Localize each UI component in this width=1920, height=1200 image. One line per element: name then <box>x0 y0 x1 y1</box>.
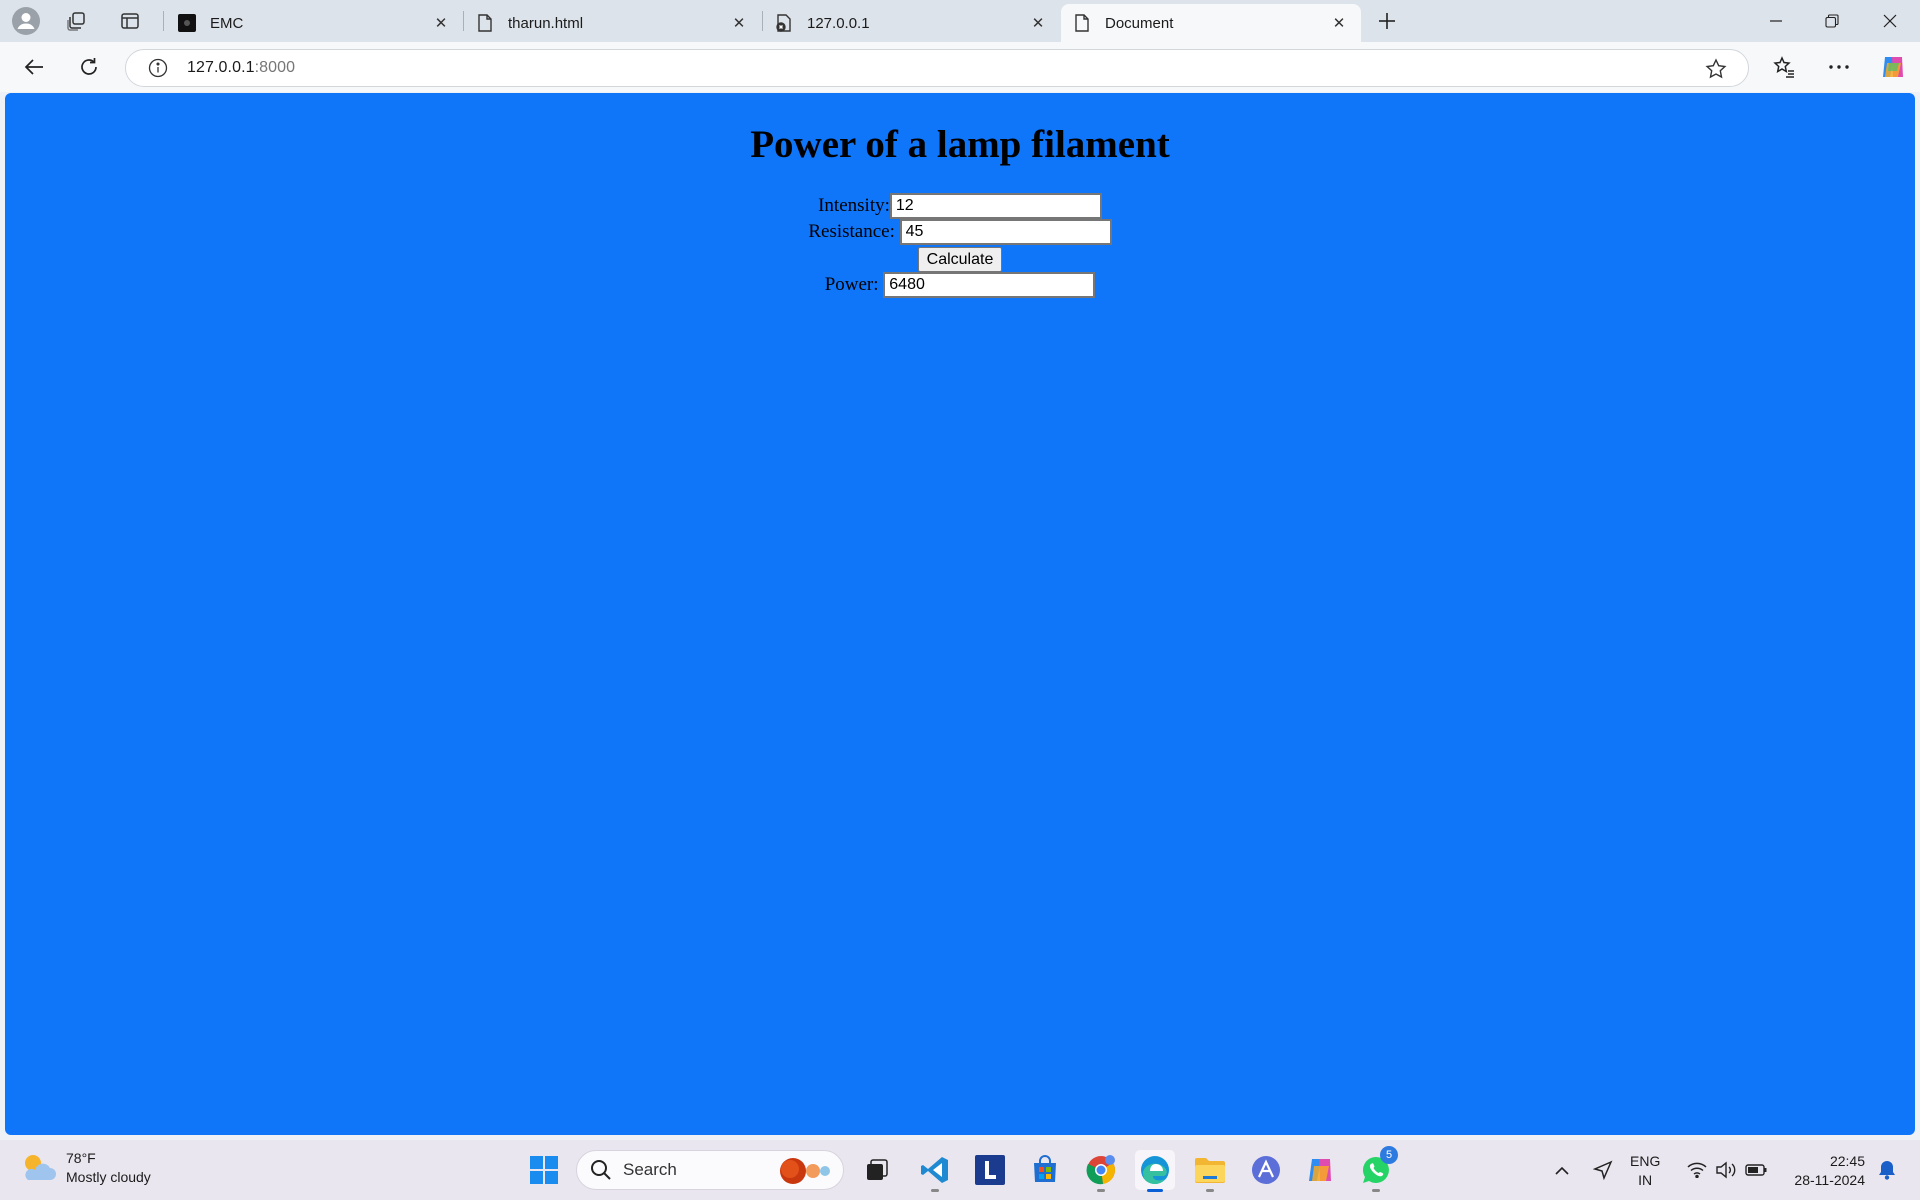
search-highlight-icon <box>780 1158 830 1184</box>
copilot-icon[interactable] <box>1875 49 1911 85</box>
file-error-icon <box>775 14 793 32</box>
a-app-icon <box>1252 1156 1280 1184</box>
notification-bell-icon[interactable] <box>1874 1157 1900 1183</box>
system-clock[interactable]: 22:45 28-11-2024 <box>1780 1152 1865 1190</box>
page-title: Power of a lamp filament <box>750 123 1170 166</box>
favorites-icon[interactable] <box>1766 49 1802 85</box>
power-output[interactable] <box>883 272 1096 298</box>
file-icon <box>1073 14 1091 32</box>
chevron-up-icon[interactable] <box>1550 1158 1574 1182</box>
url-host: 127.0.0.1 <box>187 59 255 76</box>
volume-icon[interactable] <box>1713 1157 1739 1183</box>
taskbar-file-explorer[interactable] <box>1190 1150 1230 1192</box>
tab-tharun-html[interactable]: tharun.html ✕ <box>464 4 761 42</box>
windows-icon <box>530 1156 558 1184</box>
taskbar-edge[interactable] <box>1135 1150 1175 1192</box>
power-row: Power: <box>5 272 1915 298</box>
search-label: Search <box>623 1160 677 1179</box>
tab-strip: EMC ✕ tharun.html ✕ 127.0.0.1 ✕ Document… <box>0 0 1920 42</box>
profile-icon[interactable] <box>6 5 46 37</box>
tab-actions-icon[interactable] <box>110 5 150 37</box>
back-arrow-icon[interactable] <box>16 49 52 85</box>
tab-title: Document <box>1105 14 1174 32</box>
workspaces-icon[interactable] <box>57 5 97 37</box>
notification-badge: 5 <box>1380 1146 1398 1164</box>
running-indicator <box>1147 1189 1163 1192</box>
running-indicator <box>931 1189 939 1192</box>
taskbar-task-view[interactable] <box>857 1150 897 1190</box>
task-view-icon <box>867 1159 888 1180</box>
weather-temp: 78°F <box>66 1150 96 1166</box>
refresh-icon[interactable] <box>71 49 107 85</box>
close-icon[interactable]: ✕ <box>1028 13 1048 33</box>
tab-127-0-0-1[interactable]: 127.0.0.1 ✕ <box>763 4 1060 42</box>
taskbar-l-app[interactable] <box>970 1150 1010 1190</box>
tab-title: tharun.html <box>508 14 584 32</box>
resistance-row: Resistance: <box>5 219 1915 245</box>
tab-title: 127.0.0.1 <box>807 14 870 32</box>
search-icon <box>591 1160 611 1180</box>
tab-document[interactable]: Document ✕ <box>1061 4 1361 42</box>
close-icon[interactable]: ✕ <box>729 13 749 33</box>
address-bar[interactable]: 127.0.0.1:8000 <box>125 49 1749 87</box>
resistance-input[interactable] <box>899 219 1112 245</box>
weather-desc: Mostly cloudy <box>66 1169 151 1185</box>
chrome-icon <box>1086 1155 1115 1185</box>
url-port: :8000 <box>254 59 296 76</box>
emc-favicon-icon <box>178 14 196 32</box>
calculate-button[interactable]: Calculate <box>917 247 1003 272</box>
resistance-label: Resistance: <box>808 221 895 242</box>
language-indicator[interactable]: ENG IN <box>1630 1152 1660 1190</box>
tab-emc[interactable]: EMC ✕ <box>166 4 463 42</box>
tab-separator <box>163 11 164 31</box>
weather-widget[interactable]: 78°F Mostly cloudy <box>18 1148 151 1188</box>
more-options-icon[interactable] <box>1821 49 1857 85</box>
partly-cloudy-icon <box>25 1155 56 1180</box>
battery-icon[interactable] <box>1743 1157 1769 1183</box>
browser-toolbar: 127.0.0.1:8000 <box>0 42 1920 92</box>
calculate-row: Calculate <box>5 247 1915 272</box>
site-info-icon[interactable] <box>146 56 170 80</box>
folder-icon <box>1195 1158 1225 1183</box>
clock-time: 22:45 <box>1829 1153 1865 1169</box>
start-button[interactable] <box>524 1150 564 1190</box>
close-window-icon[interactable] <box>1862 0 1918 42</box>
taskbar-chrome[interactable] <box>1081 1150 1121 1192</box>
intensity-row: Intensity: <box>5 193 1915 219</box>
taskbar-whatsapp[interactable]: 5 <box>1356 1146 1398 1192</box>
l-app-icon <box>975 1155 1005 1185</box>
clock-date: 28-11-2024 <box>1794 1172 1865 1188</box>
url-text: 127.0.0.1:8000 <box>187 59 295 77</box>
taskbar-a-app[interactable] <box>1246 1150 1286 1190</box>
store-icon <box>1034 1155 1056 1182</box>
minimize-icon[interactable] <box>1748 0 1804 42</box>
copilot-icon <box>1309 1159 1331 1181</box>
wifi-icon[interactable] <box>1684 1157 1710 1183</box>
close-icon[interactable]: ✕ <box>431 13 451 33</box>
close-icon[interactable]: ✕ <box>1329 13 1349 33</box>
taskbar-search[interactable]: Search <box>576 1150 844 1190</box>
tab-title: EMC <box>210 14 244 32</box>
vscode-icon <box>921 1157 948 1183</box>
intensity-input[interactable] <box>889 193 1102 219</box>
running-indicator <box>1372 1189 1380 1192</box>
taskbar-store[interactable] <box>1025 1150 1065 1190</box>
new-tab-icon[interactable] <box>1367 5 1407 37</box>
taskbar: 78°F Mostly cloudy Search 5 ENG IN 22:45… <box>0 1140 1920 1200</box>
region-code: IN <box>1638 1172 1653 1188</box>
favorite-star-icon[interactable] <box>1704 57 1728 81</box>
running-indicator <box>1097 1189 1105 1192</box>
taskbar-vscode[interactable] <box>915 1150 955 1192</box>
edge-icon <box>1141 1156 1169 1185</box>
running-indicator <box>1206 1189 1214 1192</box>
taskbar-copilot[interactable] <box>1300 1150 1340 1190</box>
language-code: ENG <box>1630 1153 1661 1169</box>
file-icon <box>476 14 494 32</box>
restore-icon[interactable] <box>1804 0 1860 42</box>
intensity-label: Intensity: <box>818 195 890 216</box>
location-icon[interactable] <box>1590 1157 1616 1183</box>
power-label: Power: <box>824 274 879 295</box>
page-viewport: Power of a lamp filament Intensity: Resi… <box>5 93 1915 1135</box>
